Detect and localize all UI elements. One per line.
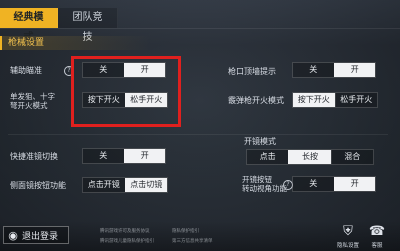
single-fire-label-line1: 单发狙、十字 — [10, 92, 55, 101]
legal-link-terms[interactable]: 腾讯游戏许可及服务协议 — [100, 228, 150, 234]
muzzle-hint-toggle: 关 开 — [292, 62, 376, 78]
shotgun-release-to-fire-button[interactable]: 松手开火 — [334, 93, 378, 107]
quick-scope-off-button[interactable]: 关 — [83, 149, 124, 163]
logout-label: 退出登录 — [22, 231, 59, 242]
shield-icon: ⛨ — [343, 224, 353, 239]
scope-mode-mixed-button[interactable]: 混合 — [330, 150, 373, 164]
customer-service-button[interactable]: ☎ 客服 — [362, 224, 392, 249]
customer-service-label: 客服 — [371, 243, 383, 249]
scope-mode-hold-button[interactable]: 长按 — [288, 150, 331, 164]
tap-to-switch-scope-button[interactable]: 点击切镜 — [124, 178, 167, 192]
quick-scope-on-button[interactable]: 开 — [123, 149, 165, 163]
scope-button-view-toggle: 关 开 — [292, 176, 376, 192]
shotgun-fire-mode-label: 霰弹枪开火模式 — [228, 96, 284, 105]
chat-bubble-icon: ◉ — [8, 228, 18, 242]
quick-scope-toggle: 关 开 — [82, 148, 166, 164]
scope-mode-tap-button[interactable]: 点击 — [247, 150, 288, 164]
muzzle-hint-off-button[interactable]: 关 — [293, 63, 334, 77]
headset-icon: ☎ — [368, 224, 386, 239]
section-header: 枪械设置 — [0, 36, 150, 50]
privacy-settings-button[interactable]: ⛨ 隐私设置 — [333, 224, 363, 249]
legal-link-privacy[interactable]: 隐私保护指引 — [172, 228, 199, 234]
scope-mode-selector: 点击 长按 混合 — [246, 149, 374, 165]
scope-mode-label: 开镜模式 — [244, 137, 276, 146]
side-scope-label: 侧面镜按钮功能 — [10, 181, 66, 190]
scope-button-view-off-button[interactable]: 关 — [293, 177, 334, 191]
section-title: 枪械设置 — [8, 38, 45, 48]
quick-scope-label: 快捷准镜切换 — [10, 152, 58, 161]
highlight-box — [71, 56, 181, 127]
divider — [8, 134, 388, 135]
muzzle-hint-label: 枪口顶墙提示 — [228, 67, 276, 76]
tab-underline — [0, 28, 400, 29]
legal-link-third-party[interactable]: 第三方信息共享清单 — [172, 238, 213, 244]
scope-button-view-label-line1: 开镜按钮 — [242, 175, 272, 184]
tab-classic-mode[interactable]: 经典模式 — [0, 8, 58, 43]
side-scope-selector: 点击开镜 点击切镜 — [82, 177, 168, 193]
tab-team-deathmatch[interactable]: 团队竞技 — [58, 8, 118, 43]
muzzle-hint-on-button[interactable]: 开 — [333, 63, 375, 77]
shotgun-press-to-fire-button[interactable]: 按下开火 — [293, 93, 335, 107]
shotgun-fire-mode-selector: 按下开火 松手开火 — [292, 92, 378, 108]
mode-tabs: 经典模式 团队竞技 — [0, 8, 118, 43]
scope-button-view-label-line2: 转动视角功能 — [242, 184, 287, 193]
scope-button-view-on-button[interactable]: 开 — [333, 177, 375, 191]
logout-button[interactable]: ◉ 退出登录 — [3, 226, 69, 244]
tap-to-scope-button[interactable]: 点击开镜 — [83, 178, 125, 192]
single-fire-label-line2: 弩开火模式 — [10, 101, 48, 110]
privacy-settings-label: 隐私设置 — [336, 243, 359, 249]
legal-link-child-privacy[interactable]: 腾讯游戏儿童隐私保护指引 — [100, 238, 154, 244]
aim-assist-label: 辅助瞄准 — [10, 66, 42, 75]
